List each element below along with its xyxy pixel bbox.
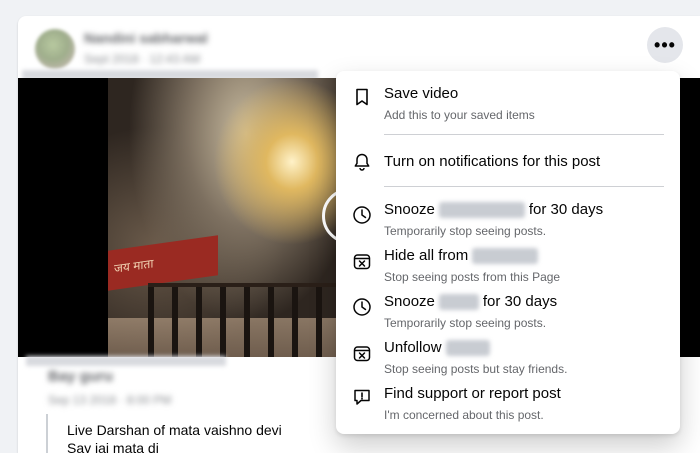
- menu-item-snooze-1[interactable]: Snooze for 30 days Temporarily stop seein…: [336, 199, 680, 241]
- menu-item-title: Snooze for 30 days: [384, 293, 558, 311]
- report-icon: [352, 387, 372, 407]
- redacted-name: [438, 202, 525, 219]
- redacted-name: [472, 248, 539, 265]
- more-options-button[interactable]: •••: [647, 27, 683, 63]
- menu-item-subtitle: Temporarily stop seeing posts.: [384, 316, 547, 330]
- more-horizontal-icon: •••: [654, 34, 676, 55]
- menu-item-subtitle: Add this to your saved items: [384, 108, 535, 122]
- menu-item-subtitle: Temporarily stop seeing posts.: [384, 224, 547, 238]
- menu-item-hide-all[interactable]: Hide all from Stop seeing posts from thi…: [336, 245, 680, 287]
- bell-icon: [352, 152, 372, 172]
- post-options-menu: Save video Add this to your saved items …: [336, 71, 680, 434]
- caption-divider: [46, 414, 48, 453]
- menu-item-title: Hide all from: [384, 247, 542, 265]
- post-timestamp[interactable]: Sept 2018 · 12:43 AM: [84, 52, 200, 66]
- hide-box-icon: [352, 251, 372, 271]
- menu-item-title: Find support or report post: [384, 385, 561, 402]
- author-avatar[interactable]: [35, 29, 75, 69]
- menu-divider: [384, 186, 664, 187]
- redacted-strip-2: [26, 356, 226, 366]
- shared-author-name[interactable]: Bay guru: [48, 368, 113, 385]
- menu-item-title: Save video: [384, 85, 459, 102]
- menu-item-title: Turn on notifications for this post: [384, 153, 601, 170]
- menu-item-unfollow[interactable]: Unfollow Stop seeing posts but stay frie…: [336, 337, 680, 379]
- caption-line: Live Darshan of mata vaishno devi: [67, 422, 282, 438]
- redacted-name: [445, 340, 490, 357]
- menu-item-notifications[interactable]: Turn on notifications for this post: [336, 149, 680, 177]
- menu-item-snooze-2[interactable]: Snooze for 30 days Temporarily stop seein…: [336, 291, 680, 333]
- menu-divider: [384, 134, 664, 135]
- author-name[interactable]: Nandini sabharwal: [84, 30, 208, 46]
- video-railing: [148, 283, 338, 357]
- menu-item-title: Snooze for 30 days: [384, 201, 604, 219]
- menu-item-title: Unfollow: [384, 339, 494, 357]
- menu-item-subtitle: Stop seeing posts but stay friends.: [384, 362, 568, 376]
- menu-item-subtitle: Stop seeing posts from this Page: [384, 270, 561, 284]
- post-caption: Live Darshan of mata vaishno devi Say ja…: [67, 421, 282, 453]
- menu-item-report[interactable]: Find support or report post I'm concerne…: [336, 383, 680, 425]
- video-frame: जय माता: [108, 78, 338, 357]
- bookmark-icon: [352, 87, 372, 107]
- shared-timestamp[interactable]: Sep 13 2018 · 8:00 PM: [48, 393, 171, 407]
- unfollow-box-icon: [352, 343, 372, 363]
- menu-item-save-video[interactable]: Save video Add this to your saved items: [336, 83, 680, 125]
- redacted-name: [438, 294, 479, 311]
- clock-icon: [352, 205, 372, 225]
- clock-icon: [352, 297, 372, 317]
- caption-line: Say jai mata di: [67, 440, 159, 453]
- menu-item-subtitle: I'm concerned about this post.: [384, 408, 544, 422]
